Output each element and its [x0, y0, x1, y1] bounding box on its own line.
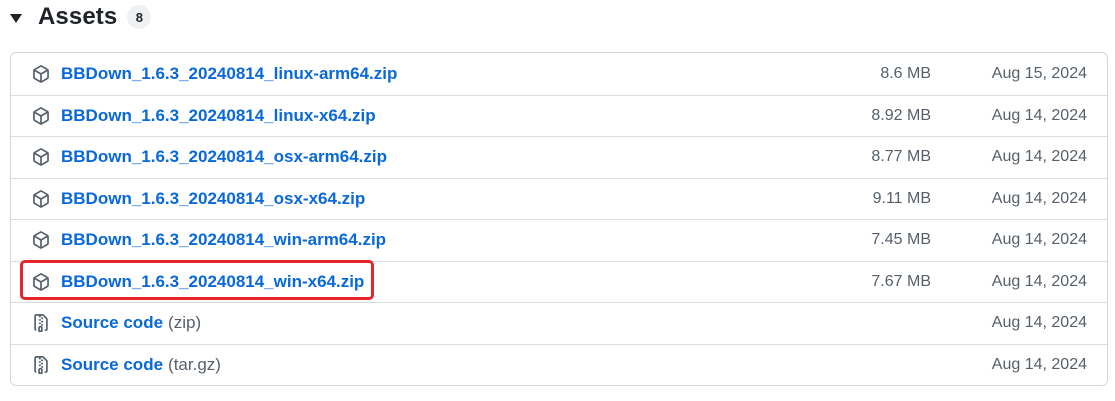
package-icon: [31, 64, 51, 84]
asset-download-link[interactable]: BBDown_1.6.3_20240814_linux-arm64.zip: [61, 64, 397, 84]
asset-row-highlighted: BBDown_1.6.3_20240814_win-x64.zip 7.67 M…: [11, 260, 1107, 303]
asset-download-link[interactable]: BBDown_1.6.3_20240814_win-arm64.zip: [61, 230, 386, 250]
triangle-down-icon: [10, 14, 22, 23]
package-icon: [31, 189, 51, 209]
file-zip-icon: [31, 355, 51, 375]
source-code-link[interactable]: Source code: [61, 313, 163, 333]
assets-count-badge: 8: [127, 5, 152, 29]
asset-size: 7.45 MB: [871, 231, 931, 249]
asset-download-link[interactable]: BBDown_1.6.3_20240814_linux-x64.zip: [61, 106, 376, 126]
asset-date: Aug 14, 2024: [991, 106, 1087, 124]
asset-size: 9.11 MB: [872, 189, 931, 207]
asset-row: Source code (zip) Aug 14, 2024: [11, 302, 1107, 344]
asset-date: Aug 14, 2024: [991, 355, 1087, 373]
package-icon: [31, 147, 51, 167]
asset-download-link[interactable]: BBDown_1.6.3_20240814_osx-x64.zip: [61, 189, 365, 209]
asset-size: 8.77 MB: [871, 148, 931, 166]
asset-date: Aug 15, 2024: [991, 64, 1087, 82]
asset-row: BBDown_1.6.3_20240814_linux-arm64.zip 8.…: [11, 53, 1107, 95]
asset-date: Aug 14, 2024: [991, 314, 1087, 332]
source-code-format: (zip): [168, 313, 202, 333]
asset-size: 8.92 MB: [871, 106, 931, 124]
package-icon: [31, 106, 51, 126]
assets-list: BBDown_1.6.3_20240814_linux-arm64.zip 8.…: [10, 52, 1108, 386]
asset-date: Aug 14, 2024: [991, 272, 1087, 290]
asset-date: Aug 14, 2024: [991, 231, 1087, 249]
asset-row: BBDown_1.6.3_20240814_linux-x64.zip 8.92…: [11, 94, 1107, 137]
file-zip-icon: [31, 313, 51, 333]
source-code-link[interactable]: Source code: [61, 355, 163, 375]
asset-row: BBDown_1.6.3_20240814_win-arm64.zip 7.45…: [11, 219, 1107, 261]
package-icon: [31, 230, 51, 250]
assets-title: Assets: [38, 3, 118, 30]
asset-date: Aug 14, 2024: [991, 189, 1087, 207]
asset-size: 7.67 MB: [871, 272, 931, 290]
asset-row: BBDown_1.6.3_20240814_osx-arm64.zip 8.77…: [11, 136, 1107, 178]
asset-date: Aug 14, 2024: [991, 148, 1087, 166]
asset-download-link[interactable]: BBDown_1.6.3_20240814_win-x64.zip: [61, 272, 364, 292]
package-icon: [31, 272, 51, 292]
asset-row: BBDown_1.6.3_20240814_osx-x64.zip 9.11 M…: [11, 177, 1107, 220]
asset-download-link[interactable]: BBDown_1.6.3_20240814_osx-arm64.zip: [61, 147, 387, 167]
source-code-format: (tar.gz): [168, 354, 221, 374]
assets-summary[interactable]: Assets 8: [10, 0, 152, 34]
asset-size: 8.6 MB: [880, 64, 931, 82]
asset-row: Source code (tar.gz) Aug 14, 2024: [11, 343, 1107, 386]
